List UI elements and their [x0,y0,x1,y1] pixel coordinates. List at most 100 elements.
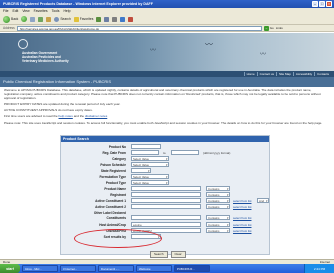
go-arrow-icon: → [263,25,269,31]
browser-toolbar: Back Search Favorites [0,14,334,25]
disease-pest-operator[interactable]: Contains [206,228,230,233]
constituents-operator[interactable]: Contains [206,215,230,220]
star-icon [73,16,79,22]
search-button[interactable]: Search [54,16,71,22]
row-registrant: Registrant Contains [61,192,271,198]
site-banner: Australian Government Australian Pestici… [0,33,334,71]
reg-date-to-input[interactable] [171,150,199,155]
back-arrow-icon [3,15,10,23]
stop-icon[interactable] [30,16,36,22]
address-bar: Address http://services.apvma.gov.au/Pub… [0,25,334,32]
javascript-note: Please note: This site uses JavaScript a… [4,120,323,125]
registrant-operator[interactable]: Contains [206,192,230,197]
coat-of-arms-icon [18,39,28,49]
menu-tools[interactable]: Tools [52,9,60,13]
start-button[interactable]: start [0,264,20,273]
help-notes-link[interactable]: help notes [59,114,73,118]
search-submit-button[interactable]: Search [150,251,168,258]
row-reg-date: Reg. Date From to (dd/mm/yyyy format) [102,150,231,155]
product-name-operator[interactable]: Contains [206,186,230,191]
first-time-note: First time users are advised to read the… [4,114,108,119]
row-product-no: Product No [61,144,271,150]
row-state-registered: State Registered [61,168,271,174]
nav-contacts[interactable]: Contacts [314,72,331,76]
history-icon[interactable] [96,16,102,22]
product-type-select[interactable]: Select Value [131,180,169,185]
row-host-animal-crop: Host Animal/Crop equine Contains select … [61,222,271,228]
taskbar-item-inbox[interactable]: Inbox - Micr... [22,265,58,272]
menu-edit[interactable]: Edit [12,9,18,13]
nav-home[interactable]: Home [243,72,257,76]
close-button[interactable]: × [326,1,332,7]
poison-schedule-select[interactable]: Select Value [131,162,169,167]
window-titlebar: PUBCRIS Registered Products Database - W… [0,0,334,8]
state-registered-select[interactable] [131,168,151,173]
select-from-list-link[interactable]: select from list [233,223,251,227]
select-from-list-link[interactable]: select from list [233,216,251,220]
edit-icon[interactable] [120,16,126,22]
taskbar-item-document[interactable]: Document1 -... [98,265,134,272]
form-buttons: Search Clear [150,251,186,258]
highlight-oval [74,229,162,248]
back-button[interactable]: Back [3,15,18,23]
search-panel-heading: Product Search [61,136,269,142]
address-input[interactable]: http://services.apvma.gov.au/PubcrisWebC… [16,25,262,31]
expiry-note: PRODUCT EXPIRY DATES are updated during … [4,102,121,107]
taskbar-item-welcome[interactable]: Welcome [136,265,172,272]
select-from-list-link[interactable]: select from list [233,229,251,233]
refresh-icon[interactable] [38,16,44,22]
registrant-input[interactable] [131,192,201,197]
favorites-button[interactable]: Favorites [73,16,93,22]
forward-arrow-icon[interactable] [21,16,28,22]
row-active-constituent-2: Active Constituent 2 Contains select fro… [61,204,271,210]
nav-accessibility[interactable]: Accessibility [292,72,314,76]
address-label: Address [3,26,15,30]
product-name-input[interactable] [131,186,201,191]
go-button[interactable]: → Go [263,25,274,31]
active-constituent-2-input[interactable] [131,204,201,209]
maximize-button[interactable]: □ [319,1,325,7]
links-label[interactable]: Links [276,26,283,30]
select-from-list-link[interactable]: select from list [233,199,251,203]
host-animal-crop-input[interactable]: equine [131,222,201,227]
intro-paragraph: Welcome to APVMA PUBCRIS Database. This … [4,88,321,100]
window-title: PUBCRIS Registered Products Database - W… [3,2,153,6]
select-from-list-link[interactable]: select from list [233,205,251,209]
category-select[interactable]: Select Value [131,156,169,161]
messenger-icon[interactable] [128,16,134,22]
taskbar-item-pubcris[interactable]: PUBCRIS R... [174,265,210,272]
system-tray-clock: 2:44 PM [304,264,334,273]
menu-file[interactable]: File [3,9,8,13]
row-product-type: Product Type Select Value [61,180,271,186]
home-icon[interactable] [46,16,52,22]
taskbar-item-internet[interactable]: 3 Internet... [60,265,96,272]
row-category: Category Select Value [61,156,271,162]
menu-favorites[interactable]: Favorites [34,9,48,13]
menu-help[interactable]: Help [63,9,70,13]
window-controls: – □ × [312,1,332,7]
formulation-type-select[interactable]: Select Value [131,174,169,179]
bird-silhouette-icon: 〰 [260,52,267,58]
active-constituent-1-input[interactable] [131,198,201,203]
constituents-input[interactable] [131,215,201,220]
minimize-button[interactable]: – [312,1,318,7]
reg-date-from-input[interactable] [131,150,159,155]
host-animal-crop-operator[interactable]: Contains [206,222,230,227]
nav-contact-us[interactable]: Contact us [256,72,276,76]
bird-silhouette-icon: 〰 [150,48,157,54]
menu-view[interactable]: View [22,9,29,13]
product-no-input[interactable] [131,144,161,149]
row-formulation-type: Formulation Type Select Value [61,174,271,180]
taskbar: start Inbox - Micr... 3 Internet... Docu… [0,264,334,273]
row-active-constituent-1: Active Constituent 1 Contains select fro… [61,198,271,204]
active-constituent-2-operator[interactable]: Contains [206,204,230,209]
active-constituent-1-operator[interactable]: Contains [206,198,230,203]
approvals-note: ACTIVE CONSTITUENT APPROVALS do not have… [4,108,93,113]
nav-site-map[interactable]: Site Map [275,72,293,76]
mail-icon[interactable] [104,16,110,22]
disclaimer-link[interactable]: disclaimer notes [85,114,107,118]
bird-silhouette-icon: 〰 [205,40,213,49]
clear-button[interactable]: Clear [170,251,186,258]
and-or-select[interactable]: And [257,198,269,203]
print-icon[interactable] [112,16,118,22]
